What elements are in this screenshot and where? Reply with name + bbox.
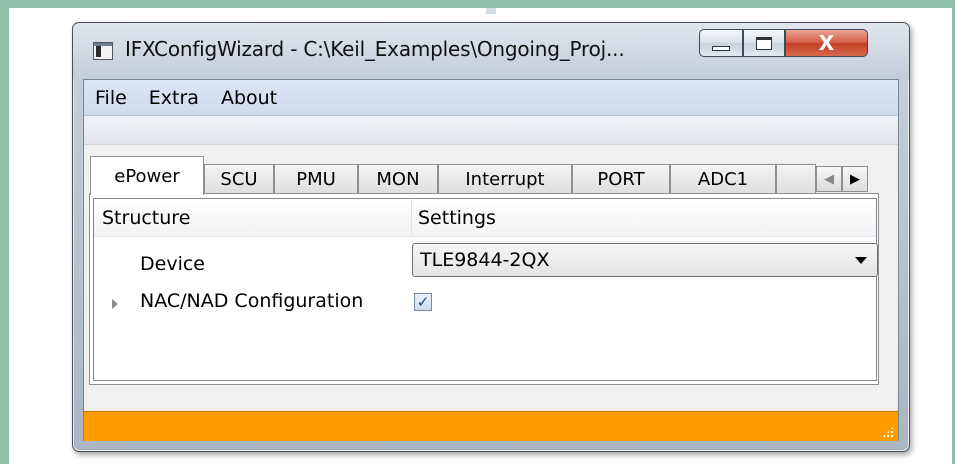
- tab-epower[interactable]: ePower: [90, 156, 204, 195]
- tab-scroll-left-button[interactable]: ◀: [816, 166, 842, 192]
- tab-port[interactable]: PORT: [572, 164, 670, 194]
- menu-about[interactable]: About: [221, 87, 277, 109]
- row-label-nac-nad[interactable]: NAC/NAD Configuration: [140, 290, 363, 312]
- client-area: File Extra About ePower SCU PMU MON Inte…: [83, 79, 899, 441]
- menu-extra[interactable]: Extra: [149, 87, 199, 109]
- chevron-down-icon: [855, 257, 867, 264]
- tab-adc1[interactable]: ADC1: [670, 164, 776, 194]
- resize-grip-icon[interactable]: [882, 426, 894, 438]
- maximize-icon: [756, 36, 772, 50]
- close-button[interactable]: X: [785, 29, 868, 57]
- tab-pmu[interactable]: PMU: [274, 164, 358, 194]
- tree-header: Structure Settings: [94, 199, 876, 237]
- config-wizard-window: IFXConfigWizard - C:\Keil_Examples\Ongoi…: [72, 22, 910, 452]
- frame-nub: [486, 8, 496, 14]
- title-bar[interactable]: IFXConfigWizard - C:\Keil_Examples\Ongoi…: [73, 23, 909, 79]
- nac-nad-checkbox[interactable]: ✓: [414, 293, 432, 311]
- outer-frame-left: [0, 0, 9, 464]
- tab-mon[interactable]: MON: [358, 164, 438, 194]
- row-label-device[interactable]: Device: [140, 253, 205, 275]
- tab-panel-epower: Structure Settings Device TLE9844-2QX NA…: [89, 193, 879, 385]
- close-icon: X: [818, 31, 835, 55]
- maximize-button[interactable]: [743, 29, 785, 57]
- settings-tree[interactable]: Structure Settings Device TLE9844-2QX NA…: [93, 198, 878, 381]
- tab-interrupt[interactable]: Interrupt: [438, 164, 572, 194]
- device-dropdown-value: TLE9844-2QX: [420, 249, 550, 271]
- column-header-structure[interactable]: Structure: [102, 207, 190, 229]
- menu-file[interactable]: File: [95, 87, 127, 109]
- minimize-icon: [712, 45, 730, 51]
- column-separator[interactable]: [411, 199, 412, 237]
- app-window-icon[interactable]: [93, 42, 113, 60]
- toolbar-strip: [84, 117, 898, 145]
- check-icon: ✓: [416, 292, 430, 311]
- menu-bar: File Extra About: [84, 80, 898, 116]
- minimize-button[interactable]: [699, 29, 743, 57]
- window-title: IFXConfigWizard - C:\Keil_Examples\Ongoi…: [125, 37, 625, 61]
- tab-scu[interactable]: SCU: [204, 164, 274, 194]
- outer-frame-top: [0, 0, 955, 8]
- tab-overflow[interactable]: [776, 164, 816, 194]
- tab-row: ePower SCU PMU MON Interrupt PORT ADC1 ◀…: [90, 156, 890, 195]
- chevron-right-icon: ▶: [850, 171, 860, 187]
- status-bar: [84, 411, 898, 441]
- column-header-settings[interactable]: Settings: [418, 207, 496, 229]
- expand-arrow-icon[interactable]: [112, 299, 118, 309]
- tab-scroll-right-button[interactable]: ▶: [842, 166, 868, 192]
- device-dropdown[interactable]: TLE9844-2QX: [412, 243, 878, 277]
- chevron-left-icon: ◀: [824, 171, 834, 187]
